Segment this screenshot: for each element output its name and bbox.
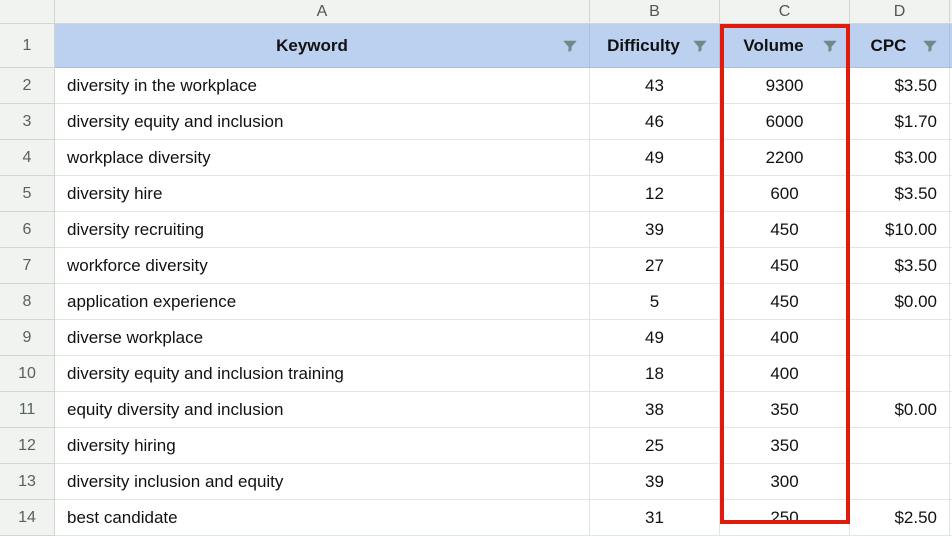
header-cpc[interactable]: CPC <box>850 24 950 68</box>
row-header-1[interactable]: 1 <box>0 24 55 68</box>
header-keyword[interactable]: Keyword <box>55 24 590 68</box>
row-header[interactable]: 8 <box>0 284 55 320</box>
cell-difficulty[interactable]: 25 <box>590 428 720 464</box>
cell-volume[interactable]: 400 <box>720 320 850 356</box>
cell-difficulty[interactable]: 31 <box>590 500 720 536</box>
header-volume[interactable]: Volume <box>720 24 850 68</box>
spreadsheet-grid[interactable]: A B C D 1 Keyword Difficulty Volume CPC … <box>0 0 952 536</box>
cell-cpc[interactable] <box>850 356 950 392</box>
cell-keyword[interactable]: diversity inclusion and equity <box>55 464 590 500</box>
cell-keyword[interactable]: workplace diversity <box>55 140 590 176</box>
select-all-corner[interactable] <box>0 0 55 24</box>
header-volume-label: Volume <box>730 36 817 56</box>
cell-difficulty[interactable]: 46 <box>590 104 720 140</box>
row-header[interactable]: 7 <box>0 248 55 284</box>
column-header-d[interactable]: D <box>850 0 950 24</box>
row-header[interactable]: 14 <box>0 500 55 536</box>
cell-difficulty[interactable]: 12 <box>590 176 720 212</box>
cell-cpc[interactable]: $3.50 <box>850 176 950 212</box>
cell-cpc[interactable]: $1.70 <box>850 104 950 140</box>
row-header[interactable]: 12 <box>0 428 55 464</box>
row-header[interactable]: 11 <box>0 392 55 428</box>
filter-icon[interactable] <box>691 37 709 55</box>
cell-difficulty[interactable]: 49 <box>590 140 720 176</box>
filter-icon[interactable] <box>561 37 579 55</box>
row-header[interactable]: 6 <box>0 212 55 248</box>
cell-difficulty[interactable]: 43 <box>590 68 720 104</box>
cell-volume[interactable]: 350 <box>720 428 850 464</box>
cell-difficulty[interactable]: 38 <box>590 392 720 428</box>
cell-cpc[interactable] <box>850 320 950 356</box>
cell-volume[interactable]: 250 <box>720 500 850 536</box>
cell-difficulty[interactable]: 18 <box>590 356 720 392</box>
cell-cpc[interactable]: $3.50 <box>850 248 950 284</box>
column-header-b[interactable]: B <box>590 0 720 24</box>
cell-keyword[interactable]: diversity hiring <box>55 428 590 464</box>
cell-volume[interactable]: 450 <box>720 284 850 320</box>
header-difficulty[interactable]: Difficulty <box>590 24 720 68</box>
cell-volume[interactable]: 450 <box>720 248 850 284</box>
cell-cpc[interactable]: $10.00 <box>850 212 950 248</box>
row-header[interactable]: 4 <box>0 140 55 176</box>
header-difficulty-label: Difficulty <box>600 36 687 56</box>
row-header[interactable]: 9 <box>0 320 55 356</box>
header-cpc-label: CPC <box>860 36 917 56</box>
cell-difficulty[interactable]: 49 <box>590 320 720 356</box>
row-header[interactable]: 13 <box>0 464 55 500</box>
cell-volume[interactable]: 6000 <box>720 104 850 140</box>
cell-difficulty[interactable]: 27 <box>590 248 720 284</box>
cell-volume[interactable]: 600 <box>720 176 850 212</box>
cell-difficulty[interactable]: 39 <box>590 464 720 500</box>
column-header-c[interactable]: C <box>720 0 850 24</box>
cell-keyword[interactable]: diversity hire <box>55 176 590 212</box>
cell-keyword[interactable]: equity diversity and inclusion <box>55 392 590 428</box>
cell-keyword[interactable]: diversity recruiting <box>55 212 590 248</box>
row-header[interactable]: 5 <box>0 176 55 212</box>
cell-volume[interactable]: 450 <box>720 212 850 248</box>
cell-keyword[interactable]: best candidate <box>55 500 590 536</box>
filter-icon[interactable] <box>821 37 839 55</box>
cell-cpc[interactable] <box>850 464 950 500</box>
cell-volume[interactable]: 9300 <box>720 68 850 104</box>
cell-keyword[interactable]: application experience <box>55 284 590 320</box>
cell-volume[interactable]: 2200 <box>720 140 850 176</box>
row-header[interactable]: 10 <box>0 356 55 392</box>
cell-cpc[interactable]: $2.50 <box>850 500 950 536</box>
row-header[interactable]: 2 <box>0 68 55 104</box>
cell-volume[interactable]: 400 <box>720 356 850 392</box>
cell-keyword[interactable]: diversity in the workplace <box>55 68 590 104</box>
cell-cpc[interactable]: $3.00 <box>850 140 950 176</box>
cell-keyword[interactable]: workforce diversity <box>55 248 590 284</box>
cell-cpc[interactable]: $0.00 <box>850 392 950 428</box>
cell-cpc[interactable]: $3.50 <box>850 68 950 104</box>
cell-keyword[interactable]: diversity equity and inclusion training <box>55 356 590 392</box>
cell-volume[interactable]: 350 <box>720 392 850 428</box>
header-keyword-label: Keyword <box>67 36 557 56</box>
cell-volume[interactable]: 300 <box>720 464 850 500</box>
filter-icon[interactable] <box>921 37 939 55</box>
cell-cpc[interactable]: $0.00 <box>850 284 950 320</box>
cell-cpc[interactable] <box>850 428 950 464</box>
column-header-a[interactable]: A <box>55 0 590 24</box>
row-header[interactable]: 3 <box>0 104 55 140</box>
cell-keyword[interactable]: diversity equity and inclusion <box>55 104 590 140</box>
cell-difficulty[interactable]: 39 <box>590 212 720 248</box>
cell-keyword[interactable]: diverse workplace <box>55 320 590 356</box>
cell-difficulty[interactable]: 5 <box>590 284 720 320</box>
